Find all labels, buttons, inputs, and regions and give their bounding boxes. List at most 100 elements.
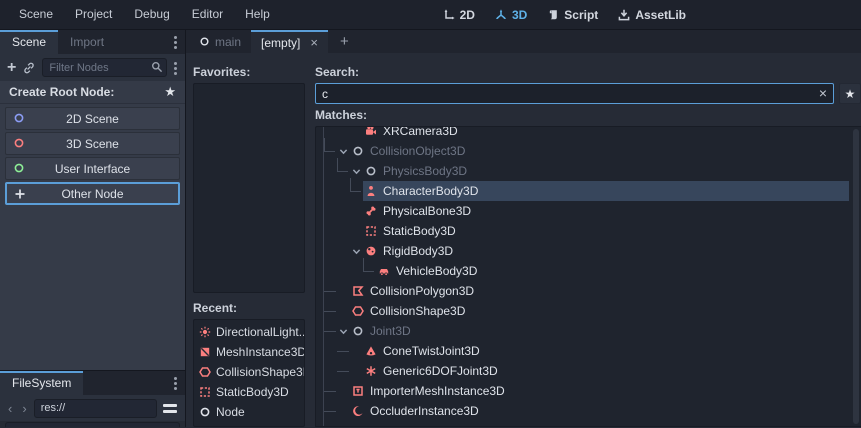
recent-item-StaticBody3D[interactable]: StaticBody3D — [194, 382, 304, 402]
filter-nodes-input[interactable] — [42, 58, 167, 77]
menu-editor[interactable]: Editor — [181, 0, 234, 29]
circle-icon — [13, 137, 25, 149]
add-node-icon[interactable]: + — [7, 60, 16, 76]
scene-dock-menu-icon[interactable] — [174, 36, 178, 48]
scene-tab-empty-label: [empty] — [261, 36, 300, 50]
tree-connector — [324, 331, 336, 332]
clear-search-icon[interactable]: × — [819, 85, 827, 101]
node-search-input[interactable] — [315, 83, 834, 104]
resource-path-input[interactable] — [34, 399, 157, 418]
ray-icon — [352, 425, 364, 427]
tree-scrollbar[interactable] — [853, 129, 859, 424]
nav-back-icon[interactable]: ‹ — [5, 401, 15, 416]
scene-toolbar-menu-icon[interactable] — [174, 62, 178, 74]
create-root-label: Create Root Node: — [9, 85, 114, 99]
menu-scene[interactable]: Scene — [8, 0, 64, 29]
tree-item-CharacterBody3D[interactable]: CharacterBody3D — [316, 181, 861, 201]
godot-editor-window: Scene Project Debug Editor Help 2D3DScri… — [0, 0, 861, 428]
favorite-star-icon[interactable]: ★ — [164, 84, 176, 100]
main-area: main [empty] × + Favorites: Recent: Dire… — [186, 30, 861, 427]
scene-dock-tabs: Scene Import — [0, 30, 185, 54]
dialog-left-column: Favorites: Recent: DirectionalLight...Me… — [193, 63, 305, 427]
search-wrap: × — [315, 83, 834, 104]
toggle-favorite-button[interactable]: ★ — [839, 83, 861, 104]
moon-icon — [352, 405, 364, 417]
hexagon-icon — [199, 366, 211, 378]
circle-icon — [352, 145, 364, 157]
tree-item-Generic6DOFJoint3D[interactable]: Generic6DOFJoint3D — [316, 361, 861, 381]
root-option-2d-scene[interactable]: 2D Scene — [5, 107, 180, 130]
favorites-list[interactable] — [193, 83, 305, 293]
scene-tree-empty-area[interactable] — [0, 208, 185, 370]
close-tab-icon[interactable]: × — [310, 35, 318, 50]
filter-nodes-wrap — [42, 58, 167, 77]
staticbody-icon — [199, 386, 211, 398]
tree-item-ConeTwistJoint3D[interactable]: ConeTwistJoint3D — [316, 341, 861, 361]
tree-item-VehicleBody3D[interactable]: VehicleBody3D — [316, 261, 861, 281]
scene-tab-empty[interactable]: [empty] × — [251, 30, 328, 53]
tree-item-ImporterMeshInstance3D[interactable]: ImporterMeshInstance3D — [316, 381, 861, 401]
tree-item-CollisionPolygon3D[interactable]: CollisionPolygon3D — [316, 281, 861, 301]
tree-item-CollisionShape3D[interactable]: CollisionShape3D — [316, 301, 861, 321]
create-node-dialog: Favorites: Recent: DirectionalLight...Me… — [186, 53, 861, 427]
workspace-tab-3d[interactable]: 3D — [488, 0, 534, 29]
tree-connector — [350, 178, 361, 192]
recent-item-DirectionalLight[interactable]: DirectionalLight... — [194, 322, 304, 342]
menu-project[interactable]: Project — [64, 0, 123, 29]
bone-icon — [365, 205, 377, 217]
axes2d-icon — [443, 9, 455, 21]
tree-connector — [324, 138, 335, 152]
menu-debug[interactable]: Debug — [123, 0, 180, 29]
tree-item-OccluderInstance3D[interactable]: OccluderInstance3D — [316, 401, 861, 421]
instance-scene-icon[interactable] — [23, 62, 35, 74]
tree-item-RayCast3D[interactable]: RayCast3D — [316, 421, 861, 427]
tree-connector — [324, 311, 336, 312]
nav-forward-icon[interactable]: › — [19, 401, 29, 416]
recent-item-CollisionShape3D[interactable]: CollisionShape3D — [194, 362, 304, 382]
expand-arrow-icon[interactable] — [350, 166, 363, 177]
tree-connector — [337, 158, 348, 172]
expand-arrow-icon[interactable] — [337, 146, 350, 157]
tree-connector — [337, 371, 349, 372]
filter-files-input-partial[interactable] — [5, 422, 180, 427]
tree-item-PhysicsBody3D[interactable]: PhysicsBody3D — [316, 161, 861, 181]
recent-item-MeshInstance3D[interactable]: MeshInstance3D — [194, 342, 304, 362]
menu-help[interactable]: Help — [234, 0, 281, 29]
search-row: × ★ — [315, 83, 861, 104]
meshbox-icon — [352, 385, 364, 397]
matches-tree: XRCamera3DCollisionObject3DPhysicsBody3D… — [315, 126, 861, 427]
new-scene-tab-icon[interactable]: + — [328, 31, 361, 53]
filesystem-menu-icon[interactable] — [174, 377, 178, 389]
axes3d-icon — [495, 9, 507, 21]
workspace-tab-script[interactable]: Script — [540, 0, 605, 29]
scene-toolbar: + — [0, 54, 185, 81]
scene-tab-main[interactable]: main — [189, 30, 251, 53]
tree-item-CollisionObject3D[interactable]: CollisionObject3D — [316, 141, 861, 161]
root-option-user-interface[interactable]: User Interface — [5, 157, 180, 180]
tree-item-RigidBody3D[interactable]: RigidBody3D — [316, 241, 861, 261]
tab-scene[interactable]: Scene — [0, 30, 58, 54]
tab-import[interactable]: Import — [58, 30, 116, 54]
dialog-right-column: Search: × ★ Matches: XRCamera3DCollision… — [315, 63, 861, 427]
root-option-3d-scene[interactable]: 3D Scene — [5, 132, 180, 155]
filesystem-display-mode-icon[interactable] — [163, 404, 177, 407]
recent-item-Node[interactable]: Node — [194, 402, 304, 422]
tree-connector — [324, 291, 336, 292]
tab-filesystem[interactable]: FileSystem — [0, 371, 83, 395]
expand-arrow-icon[interactable] — [337, 326, 350, 337]
workspace-tab-2d[interactable]: 2D — [436, 0, 482, 29]
tree-item-StaticBody3D[interactable]: StaticBody3D — [316, 221, 861, 241]
workspace-tab-assetlib[interactable]: AssetLib — [611, 0, 693, 29]
editor-content: Scene Import + Create Root Node: ★ 2D Sc… — [0, 30, 861, 427]
tree-item-XRCamera3D[interactable]: XRCamera3D — [316, 126, 861, 141]
search-icon — [151, 61, 163, 73]
root-option-other-node[interactable]: Other Node — [5, 182, 180, 205]
circle-icon — [13, 162, 25, 174]
expand-arrow-icon[interactable] — [350, 246, 363, 257]
tree-item-PhysicalBone3D[interactable]: PhysicalBone3D — [316, 201, 861, 221]
camera-icon — [365, 126, 377, 137]
tree-item-Joint3D[interactable]: Joint3D — [316, 321, 861, 341]
character-icon — [365, 185, 377, 197]
scene-tab-bar: main [empty] × + — [186, 30, 861, 53]
search-label: Search: — [315, 63, 861, 83]
